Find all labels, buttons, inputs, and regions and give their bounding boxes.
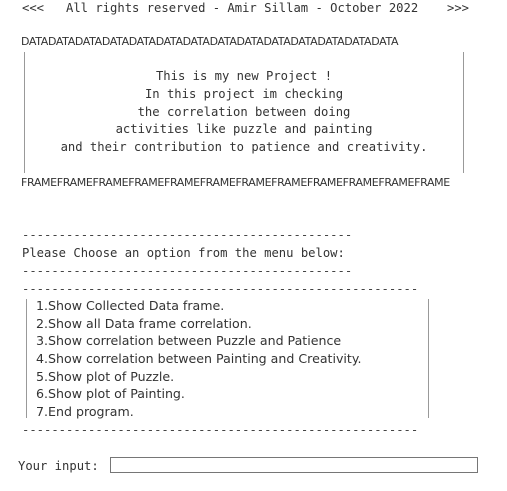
menu-item-3: 3.Show correlation between Puzzle and Pa… (36, 333, 342, 348)
frame-line-5: and their contribution to patience and c… (60, 140, 428, 154)
frame-top-border: DATADATADATADATADATADATADATADATADATADATA… (21, 35, 399, 48)
copyright-text: All rights reserved - Amir Sillam - Octo… (66, 1, 419, 15)
menu-item-6: 6.Show plot of Painting. (36, 386, 185, 401)
header-right-marker: >>> (447, 1, 470, 15)
menu-prompt: Please Choose an option from the menu be… (22, 246, 345, 260)
menu-item-1: 1.Show Collected Data frame. (36, 298, 225, 313)
menu-right-bar (428, 299, 429, 418)
prompt-divider-top: ----------------------------------------… (22, 228, 353, 242)
menu-left-bar (26, 299, 27, 418)
menu-item-2: 2.Show all Data frame correlation. (36, 316, 252, 331)
header-left-marker: <<< (22, 1, 45, 15)
frame-line-1: This is my new Project ! (155, 69, 333, 83)
menu-divider-bottom: ----------------------------------------… (22, 423, 419, 437)
prompt-divider-bottom: ----------------------------------------… (22, 264, 353, 278)
menu-item-5: 5.Show plot of Puzzle. (36, 369, 175, 384)
frame-line-2: In this project im checking (144, 87, 344, 101)
frame-line-3: the correlation between doing (137, 105, 351, 119)
menu-divider-top: ----------------------------------------… (22, 282, 419, 296)
input-label: Your input: (18, 459, 99, 473)
frame-line-4: activities like puzzle and painting (115, 122, 373, 136)
menu-item-7: 7.End program. (36, 404, 134, 419)
user-input-field[interactable] (110, 457, 478, 473)
menu-item-4: 4.Show correlation between Painting and … (36, 351, 362, 366)
frame-bottom-border: FRAMEFRAMEFRAMEFRAMEFRAMEFRAMEFRAMEFRAME… (21, 176, 450, 189)
